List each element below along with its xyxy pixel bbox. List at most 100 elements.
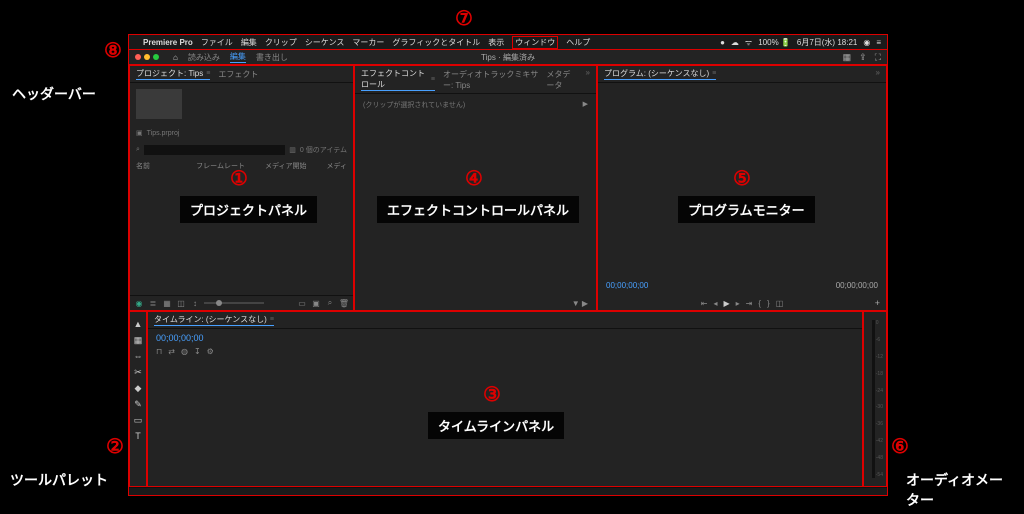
timeline-playhead-time: 00;00;00;00 [148, 329, 862, 347]
col-media[interactable]: メディ [326, 161, 347, 171]
header-tab-edit[interactable]: 編集 [230, 51, 246, 63]
effect-controls-bottom-icon[interactable]: ▼ ▶ [572, 299, 588, 308]
menu-help[interactable]: ヘルプ [566, 37, 590, 48]
tl-link-icon[interactable]: ⇄ [168, 347, 175, 356]
traffic-lights[interactable] [135, 54, 159, 60]
effect-controls-panel: エフェクトコントロール≡ オーディオトラックミキサー: Tips メタデータ »… [354, 65, 597, 311]
tool-pen[interactable]: ✎ [132, 398, 144, 410]
bin-name: Tips.prproj [147, 130, 180, 137]
pm-step-back-icon[interactable]: ◂ [713, 299, 717, 308]
header-tab-import[interactable]: 読み込み [188, 52, 220, 63]
menu-window[interactable]: ウィンドウ [512, 36, 558, 49]
tools-panel: ▲ ▦ ⇔ ✂ ◆ ✎ ▭ T [129, 311, 147, 487]
tl-insert-icon[interactable]: ↧ [194, 347, 201, 356]
tool-razor[interactable]: ✂ [132, 366, 144, 378]
menu-sequence[interactable]: シーケンス [305, 37, 345, 48]
effect-controls-empty-msg: (クリップが選択されていません)▶ [355, 94, 596, 116]
thumb-size-slider[interactable] [204, 302, 264, 304]
app-window: Premiere Pro ファイル 編集 クリップ シーケンス マーカー グラフ… [128, 34, 888, 496]
header-tab-export[interactable]: 書き出し [256, 52, 288, 63]
tab-audio-mixer[interactable]: オーディオトラックミキサー: Tips [443, 68, 538, 91]
tl-settings-icon[interactable]: ⚙ [207, 347, 214, 356]
tl-snap-icon[interactable]: ⊓ [156, 347, 162, 356]
find-icon[interactable]: ⌕ [325, 298, 335, 308]
max-btn[interactable] [153, 54, 159, 60]
tool-slip[interactable]: ◆ [132, 382, 144, 394]
tab-effects[interactable]: エフェクト [218, 68, 258, 80]
panel-overflow-icon[interactable]: » [586, 68, 590, 91]
menu-view[interactable]: 表示 [488, 37, 504, 48]
pm-overflow-icon[interactable]: » [876, 68, 880, 80]
bin-icon: ▣ [136, 129, 143, 137]
pm-goto-out-icon[interactable]: ⇥ [746, 299, 753, 308]
battery-status: 100% 🔋 [758, 38, 791, 47]
list-view-icon[interactable]: ≣ [148, 298, 158, 308]
tab-project[interactable]: プロジェクト: Tips≡ [136, 68, 210, 80]
meter-ticks: 0 -6 -12 -18 -24 -30 -36 -42 -48 -54 [876, 320, 883, 478]
pm-mark-in-icon[interactable]: { [758, 299, 761, 308]
thumb-view-icon[interactable]: ▦ [162, 298, 172, 308]
menu-graphics[interactable]: グラフィックとタイトル [392, 37, 480, 48]
pm-step-fwd-icon[interactable]: ▸ [736, 299, 740, 308]
header-bar: ⌂ 読み込み 編集 書き出し Tips · 編集済み ▦ ⇪ ⛶ [129, 49, 887, 65]
tab-metadata[interactable]: メタデータ [546, 68, 577, 91]
col-start[interactable]: メディア開始 [265, 161, 307, 171]
tl-marker-icon[interactable]: ◍ [181, 347, 188, 356]
menubar-app-name[interactable]: Premiere Pro [143, 38, 193, 47]
project-panel-tabs: プロジェクト: Tips≡ エフェクト [130, 66, 353, 83]
col-name[interactable]: 名前 [136, 161, 150, 171]
tool-selection[interactable]: ▲ [132, 318, 144, 330]
project-footer: ◉ ≣ ▦ ◫ ↕ ▭ ▣ ⌕ 🗑 [130, 295, 353, 310]
tool-rectangle[interactable]: ▭ [132, 414, 144, 426]
rec-dot-icon[interactable]: ◉ [134, 298, 144, 308]
menu-extra-icon[interactable]: ≡ [876, 38, 881, 47]
user-icon[interactable]: ◉ [863, 38, 870, 47]
bin-small-icon[interactable]: ▥ [289, 146, 296, 154]
program-transport: ⇤ ◂ ▶ ▸ ⇥ { } ◫ [598, 299, 886, 308]
meter-bar [872, 320, 875, 478]
pm-goto-in-icon[interactable]: ⇤ [701, 299, 708, 308]
macos-menubar: Premiere Pro ファイル 編集 クリップ シーケンス マーカー グラフ… [129, 35, 887, 49]
close-btn[interactable] [135, 54, 141, 60]
search-input[interactable] [144, 145, 285, 155]
tab-effect-controls[interactable]: エフェクトコントロール≡ [361, 68, 435, 91]
label-effect-controls: エフェクトコントロールパネル [377, 196, 579, 223]
pm-export-frame-icon[interactable]: ◫ [776, 299, 784, 308]
rec-icon: ● [720, 38, 725, 47]
menu-clip[interactable]: クリップ [265, 37, 297, 48]
tool-ripple[interactable]: ⇔ [132, 350, 144, 362]
menu-marker[interactable]: マーカー [352, 37, 384, 48]
pm-play-icon[interactable]: ▶ [723, 299, 729, 308]
tab-program[interactable]: プログラム: (シーケンスなし)≡ [604, 68, 716, 80]
tool-track-select[interactable]: ▦ [132, 334, 144, 346]
share-icon[interactable]: ⇪ [859, 52, 867, 63]
search-icon[interactable]: ⌕ [136, 146, 140, 154]
pm-add-button-icon[interactable]: + [875, 298, 880, 308]
menu-file[interactable]: ファイル [201, 37, 233, 48]
sort-icon[interactable]: ↕ [190, 298, 200, 308]
callout-3: ③ [483, 382, 501, 407]
cloud-icon: ☁ [731, 38, 739, 47]
label-project: プロジェクトパネル [180, 196, 317, 223]
callout-5: ⑤ [733, 166, 751, 191]
label-program-monitor: プログラムモニター [678, 196, 815, 223]
fullscreen-icon[interactable]: ⛶ [875, 52, 881, 63]
program-time-duration: 00;00;00;00 [836, 281, 878, 290]
home-icon[interactable]: ⌂ [173, 53, 178, 62]
workspace-icon[interactable]: ▦ [843, 52, 852, 63]
menu-edit[interactable]: 編集 [241, 37, 257, 48]
trash-icon[interactable]: 🗑 [339, 298, 349, 308]
label-audio-meter: オーディオメーター [896, 466, 1024, 514]
min-btn[interactable] [144, 54, 150, 60]
tool-type[interactable]: T [132, 430, 144, 442]
pm-mark-out-icon[interactable]: } [767, 299, 770, 308]
tab-timeline[interactable]: タイムライン: (シーケンスなし)≡ [154, 314, 274, 326]
freeform-view-icon[interactable]: ◫ [176, 298, 186, 308]
label-header-bar: ヘッダーバー [0, 80, 108, 108]
callout-2: ② [106, 434, 124, 459]
project-title: Tips · 編集済み [481, 52, 535, 63]
program-time-current: 00;00;00;00 [606, 281, 648, 290]
new-bin-icon[interactable]: ▭ [297, 298, 307, 308]
new-item-icon[interactable]: ▣ [311, 298, 321, 308]
audio-meter-panel: 0 -6 -12 -18 -24 -30 -36 -42 -48 -54 [863, 311, 887, 487]
